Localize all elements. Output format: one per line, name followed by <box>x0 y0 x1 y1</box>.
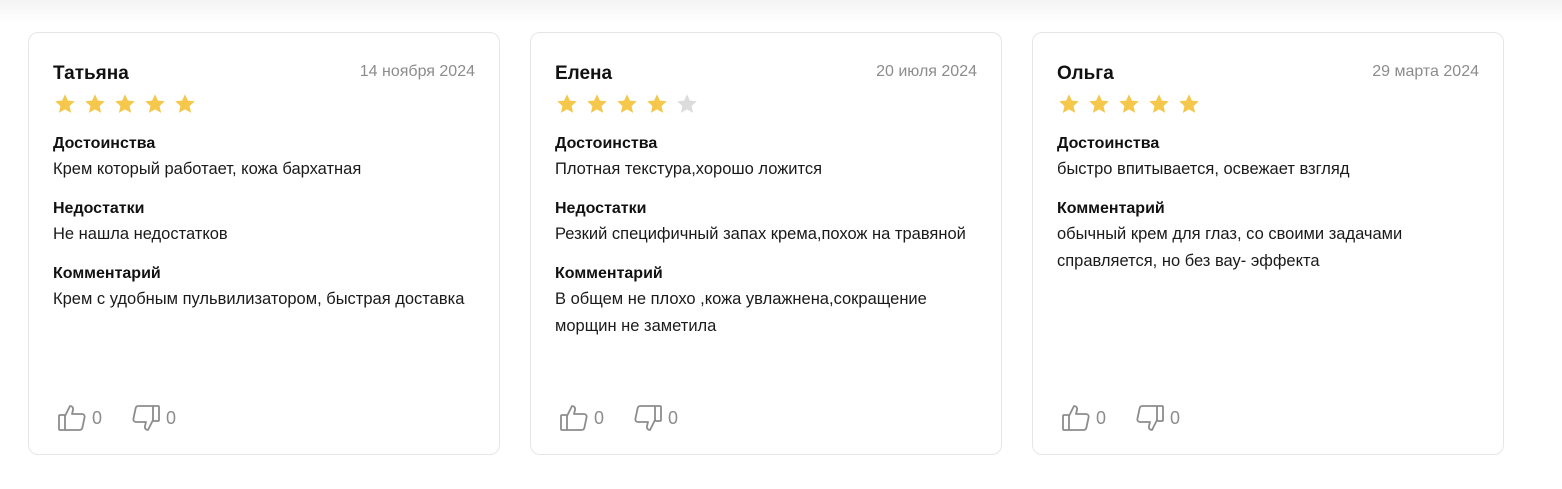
like-button[interactable]: 0 <box>558 402 604 434</box>
review-author: Ольга <box>1057 63 1114 84</box>
star-icon <box>555 92 579 116</box>
star-icon <box>173 92 197 116</box>
thumbs-down-icon <box>1134 402 1166 434</box>
review-sections: Достоинства Крем который работает, кожа … <box>53 132 475 313</box>
like-count: 0 <box>1096 408 1107 428</box>
review-votes: 0 0 <box>558 402 678 434</box>
star-icon <box>83 92 107 116</box>
thumbs-down-icon <box>632 402 664 434</box>
star-icon <box>113 92 137 116</box>
section-text: Крем который работает, кожа бархатная <box>53 160 362 178</box>
rating-stars <box>555 92 977 118</box>
star-icon <box>1147 92 1171 116</box>
like-button[interactable]: 0 <box>1060 402 1106 434</box>
rating-stars <box>53 92 475 118</box>
star-icon <box>1057 92 1081 116</box>
review-date: 29 марта 2024 <box>1372 63 1479 80</box>
section-text: В общем не плохо ,кожа увлажнена,сокраще… <box>555 290 927 335</box>
review-date: 20 июля 2024 <box>876 63 977 80</box>
section-title: Достоинства <box>1057 135 1160 152</box>
dislike-button[interactable]: 0 <box>130 402 176 434</box>
review-section-pros: Достоинства Плотная текстура,хорошо ложи… <box>555 132 977 183</box>
section-title: Недостатки <box>53 200 145 217</box>
star-icon <box>675 92 699 116</box>
like-button[interactable]: 0 <box>56 402 102 434</box>
like-count: 0 <box>92 408 103 428</box>
review-sections: Достоинства быстро впитывается, освежает… <box>1057 132 1479 275</box>
review-votes: 0 0 <box>56 402 176 434</box>
review-sections: Достоинства Плотная текстура,хорошо ложи… <box>555 132 977 340</box>
thumbs-up-icon <box>558 402 590 434</box>
like-count: 0 <box>594 408 605 428</box>
reviews-list: Татьяна 14 ноября 2024 Достоинства Крем … <box>28 32 1504 455</box>
review-author: Татьяна <box>53 63 129 84</box>
section-text: Крем с удобным пульвилизатором, быстрая … <box>53 290 465 308</box>
dislike-button[interactable]: 0 <box>632 402 678 434</box>
section-text: Не нашла недостатков <box>53 225 228 243</box>
section-text: быстро впитывается, освежает взгляд <box>1057 160 1350 178</box>
review-section-comment: Комментарий обычный крем для глаз, со св… <box>1057 197 1479 275</box>
section-title: Недостатки <box>555 200 647 217</box>
dislike-count: 0 <box>1170 408 1181 428</box>
review-author: Елена <box>555 63 613 84</box>
review-header: Елена 20 июля 2024 <box>555 63 977 85</box>
star-icon <box>1177 92 1201 116</box>
dislike-count: 0 <box>668 408 679 428</box>
star-icon <box>585 92 609 116</box>
review-section-pros: Достоинства Крем который работает, кожа … <box>53 132 475 183</box>
reviews-page: Татьяна 14 ноября 2024 Достоинства Крем … <box>0 0 1562 489</box>
star-icon <box>645 92 669 116</box>
thumbs-up-icon <box>56 402 88 434</box>
review-card: Елена 20 июля 2024 Достоинства Плотная т… <box>530 32 1002 455</box>
review-section-comment: Комментарий В общем не плохо ,кожа увлаж… <box>555 262 977 340</box>
section-title: Достоинства <box>555 135 658 152</box>
star-icon <box>53 92 77 116</box>
review-header: Ольга 29 марта 2024 <box>1057 63 1479 85</box>
section-title: Достоинства <box>53 135 156 152</box>
section-text: Резкий специфичный запах крема,похож на … <box>555 225 966 243</box>
star-icon <box>1087 92 1111 116</box>
review-card: Ольга 29 марта 2024 Достоинства быстро в… <box>1032 32 1504 455</box>
review-section-cons: Недостатки Резкий специфичный запах крем… <box>555 197 977 248</box>
section-title: Комментарий <box>1057 200 1165 217</box>
review-section-cons: Недостатки Не нашла недостатков <box>53 197 475 248</box>
review-date: 14 ноября 2024 <box>359 63 475 80</box>
review-header: Татьяна 14 ноября 2024 <box>53 63 475 85</box>
thumbs-down-icon <box>130 402 162 434</box>
section-text: Плотная текстура,хорошо ложится <box>555 160 823 178</box>
rating-stars <box>1057 92 1479 118</box>
dislike-button[interactable]: 0 <box>1134 402 1180 434</box>
dislike-count: 0 <box>166 408 177 428</box>
review-section-comment: Комментарий Крем с удобным пульвилизатор… <box>53 262 475 313</box>
section-title: Комментарий <box>53 265 161 282</box>
review-card: Татьяна 14 ноября 2024 Достоинства Крем … <box>28 32 500 455</box>
star-icon <box>1117 92 1141 116</box>
review-section-pros: Достоинства быстро впитывается, освежает… <box>1057 132 1479 183</box>
section-text: обычный крем для глаз, со своими задачам… <box>1057 225 1403 270</box>
thumbs-up-icon <box>1060 402 1092 434</box>
star-icon <box>615 92 639 116</box>
section-title: Комментарий <box>555 265 663 282</box>
star-icon <box>143 92 167 116</box>
review-votes: 0 0 <box>1060 402 1180 434</box>
